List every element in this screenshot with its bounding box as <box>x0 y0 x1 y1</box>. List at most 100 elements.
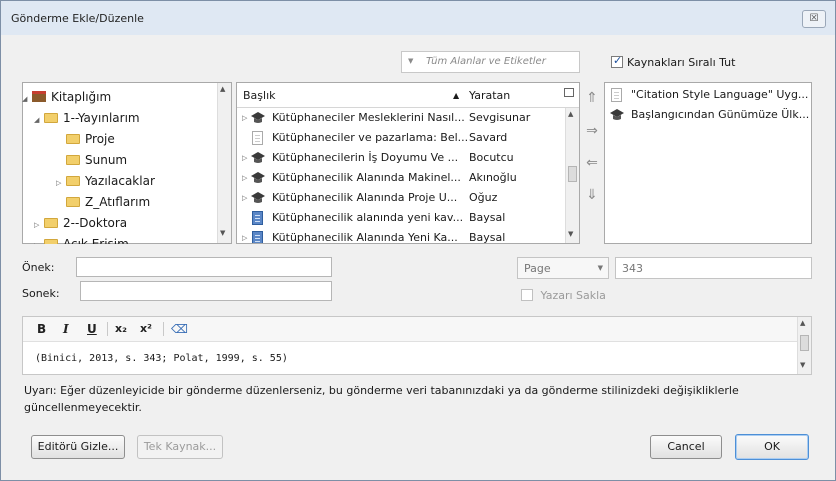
selected-citations-list[interactable]: "Citation Style Language" Uyg... Başlangı… <box>604 82 812 244</box>
scroll-down-icon[interactable]: ▼ <box>800 361 805 369</box>
tree-item[interactable]: ▷ Yazılacaklar <box>56 172 155 190</box>
item-title: Kütüphaneciler ve pazarlama: Bel... <box>272 131 469 144</box>
prefix-label: Önek: <box>22 261 55 274</box>
locator-value: 343 <box>622 262 643 275</box>
scroll-up-icon[interactable]: ▲ <box>220 85 225 93</box>
scroll-thumb[interactable] <box>568 166 577 182</box>
cancel-button[interactable]: Cancel <box>650 435 722 459</box>
remove-citation-icon[interactable]: ⇐ <box>585 155 599 171</box>
list-item[interactable]: Kütüphaneciler ve pazarlama: Bel... Savar… <box>237 128 564 148</box>
tree-item[interactable]: ◢ 1--Yayınlarım <box>34 109 140 127</box>
tree-item[interactable]: ▷ 2--Doktora <box>34 214 127 232</box>
ok-button[interactable]: OK <box>735 434 809 460</box>
tree-item[interactable]: Z_Atıflarım <box>56 193 150 211</box>
item-creator: Savard <box>469 131 508 144</box>
thesis-cap-icon <box>250 191 266 205</box>
checkbox-icon[interactable] <box>611 54 623 68</box>
tree-item[interactable]: ◢ Kitaplığım <box>22 88 111 106</box>
list-item[interactable]: ▷ Kütüphanecilerin İş Doyumu Ve ... Bocutc… <box>237 148 564 168</box>
suppress-author-label: Yazarı Sakla <box>540 288 606 302</box>
search-input[interactable]: ▼ Tüm Alanlar ve Etiketler <box>401 51 580 73</box>
folder-icon <box>44 218 58 228</box>
expand-icon[interactable]: ▷ <box>242 168 247 188</box>
locator-input[interactable]: 343 <box>615 257 812 279</box>
citation-editor[interactable]: B I U x₂ x² ⌫ (Binici, 2013, s. 343; Pol… <box>22 316 812 375</box>
collapse-icon[interactable]: ▷ <box>34 237 44 244</box>
column-creator-header[interactable]: Yaratan <box>469 89 510 102</box>
prefix-input[interactable] <box>76 257 332 277</box>
tree-item[interactable]: ▷ Açık Erişim <box>34 235 129 244</box>
collapse-icon[interactable]: ▷ <box>56 174 66 192</box>
bold-button[interactable]: B <box>37 322 46 336</box>
library-icon <box>32 91 46 102</box>
keep-sorted-label: Kaynakları Sıralı Tut <box>627 55 736 69</box>
superscript-button[interactable]: x² <box>140 322 152 335</box>
search-dropdown-icon[interactable]: ▼ <box>408 57 413 65</box>
sort-asc-icon: ▲ <box>453 91 460 100</box>
scroll-up-icon[interactable]: ▲ <box>800 319 805 327</box>
list-item[interactable]: ▷ Kütüphanecilik Alanında Proje U... Oğuz <box>237 188 564 208</box>
tree-item-label: Yazılacaklar <box>85 174 155 188</box>
scroll-thumb[interactable] <box>800 335 809 351</box>
item-creator: Akınoğlu <box>469 171 517 184</box>
expand-icon[interactable]: ▷ <box>242 148 247 168</box>
selected-citation[interactable]: Başlangıcından Günümüze Ülk... <box>605 105 811 125</box>
column-picker-icon[interactable] <box>564 88 574 97</box>
search-placeholder: Tüm Alanlar ve Etiketler <box>426 56 546 67</box>
keep-sorted-checkbox[interactable]: Kaynakları Sıralı Tut <box>611 54 736 69</box>
single-source-button[interactable]: Tek Kaynak... <box>137 435 223 459</box>
expand-icon[interactable]: ▷ <box>242 108 247 128</box>
underline-button[interactable]: U <box>87 322 97 336</box>
citation-text[interactable]: (Binici, 2013, s. 343; Polat, 1999, s. 5… <box>35 353 288 364</box>
clear-formatting-button[interactable]: ⌫ <box>171 322 188 336</box>
tree-item-label: 1--Yayınlarım <box>63 111 140 125</box>
scroll-down-icon[interactable]: ▼ <box>568 230 573 238</box>
editor-toolbar: B I U x₂ x² ⌫ <box>23 317 797 342</box>
editor-scrollbar[interactable]: ▲ ▼ <box>797 317 811 374</box>
chevron-down-icon: ▼ <box>597 264 603 272</box>
italic-button[interactable]: I <box>63 322 69 336</box>
tree-item-label: Sunum <box>85 153 128 167</box>
suffix-input[interactable] <box>80 281 332 301</box>
folder-icon <box>66 155 80 165</box>
add-citation-icon[interactable]: ⇒ <box>585 123 599 139</box>
expand-icon[interactable]: ▷ <box>242 188 247 208</box>
move-up-icon[interactable]: ⇑ <box>585 90 599 106</box>
suffix-label: Sonek: <box>22 287 60 300</box>
list-item[interactable]: ▷ Kütüphanecilik Alanında Makinel... Akıno… <box>237 168 564 188</box>
item-title: Kütüphanecilerin İş Doyumu Ve ... <box>272 151 459 164</box>
tree-item-label: Proje <box>85 132 115 146</box>
list-item[interactable]: ▷ Kütüphaneciler Mesleklerini Nasıl... Sev… <box>237 108 564 128</box>
locator-type-select[interactable]: Page ▼ <box>517 257 609 279</box>
thesis-cap-icon <box>609 108 625 122</box>
subscript-button[interactable]: x₂ <box>115 322 127 335</box>
thesis-cap-icon <box>250 111 266 125</box>
warning-text: Uyarı: Eğer düzenleyicide bir gönderme d… <box>24 384 739 414</box>
list-header: Başlık ▲ Yaratan <box>237 83 579 108</box>
expand-icon[interactable]: ◢ <box>34 111 44 129</box>
list-item[interactable]: Kütüphanecilik alanında yeni kav... Baysa… <box>237 208 564 228</box>
tree-item[interactable]: Sunum <box>56 151 127 169</box>
tree-item-label: Açık Erişim <box>63 237 129 244</box>
list-scrollbar[interactable]: ▲ ▼ <box>565 108 579 243</box>
scroll-down-icon[interactable]: ▼ <box>220 229 225 237</box>
suppress-author-checkbox[interactable]: Yazarı Sakla <box>521 288 606 302</box>
list-item[interactable]: ▷ Kütüphanecilik Alanında Yeni Ka... Baysa… <box>237 228 564 243</box>
item-creator: Oğuz <box>469 191 498 204</box>
selected-citation[interactable]: "Citation Style Language" Uyg... <box>605 85 811 105</box>
tree-item-label: Kitaplığım <box>51 90 112 104</box>
locator-type-value: Page <box>524 262 551 275</box>
move-down-icon[interactable]: ⇓ <box>585 187 599 203</box>
column-title-header[interactable]: Başlık <box>243 89 276 102</box>
expand-icon[interactable]: ▷ <box>242 228 247 243</box>
hide-editor-button[interactable]: Editörü Gizle... <box>31 435 125 459</box>
scroll-up-icon[interactable]: ▲ <box>568 110 573 118</box>
item-title: Kütüphanecilik alanında yeni kav... <box>272 211 464 224</box>
items-list[interactable]: Başlık ▲ Yaratan ▷ Kütüphaneciler Meslekl… <box>236 82 580 244</box>
expand-icon[interactable]: ◢ <box>22 90 32 108</box>
close-button[interactable]: ☒ <box>802 10 826 28</box>
item-creator: Sevgisunar <box>469 111 531 124</box>
checkbox-icon[interactable] <box>521 289 533 301</box>
tree-item[interactable]: Proje <box>56 130 115 148</box>
collapse-icon[interactable]: ▷ <box>34 216 44 234</box>
